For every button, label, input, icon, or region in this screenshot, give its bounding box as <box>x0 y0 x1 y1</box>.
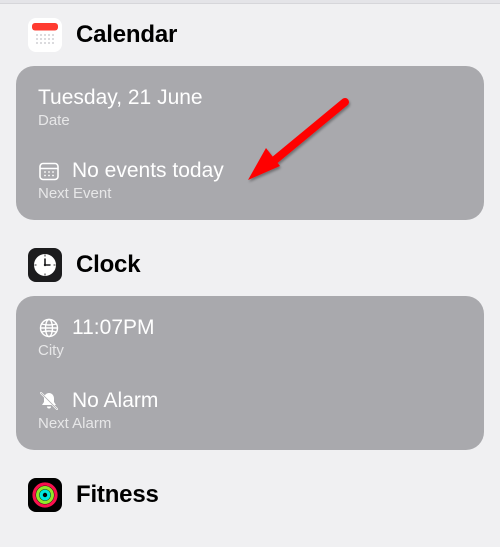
clock-alarm-label: Next Alarm <box>38 415 462 432</box>
clock-widget-card[interactable]: 11:07PM City No Alarm Next Alarm <box>16 296 484 450</box>
fitness-header: Fitness <box>0 464 500 518</box>
clock-title: Clock <box>76 251 140 279</box>
clock-alarm-text: No Alarm <box>72 389 158 413</box>
calendar-app-icon <box>28 18 62 52</box>
calendar-date-row: Tuesday, 21 June <box>38 86 462 110</box>
fitness-app-icon <box>28 478 62 512</box>
calendar-widget-card[interactable]: Tuesday, 21 June Date No events today Ne… <box>16 66 484 220</box>
calendar-title: Calendar <box>76 21 177 49</box>
clock-header: Clock <box>0 234 500 292</box>
clock-app-icon <box>28 248 62 282</box>
calendar-header: Calendar <box>0 4 500 62</box>
calendar-icon <box>38 160 60 182</box>
calendar-event-text: No events today <box>72 159 224 183</box>
bell-slash-icon <box>38 390 60 412</box>
calendar-date-label: Date <box>38 112 462 129</box>
clock-time-label: City <box>38 342 462 359</box>
clock-time-text: 11:07PM <box>72 316 155 340</box>
clock-alarm-row: No Alarm <box>38 389 462 413</box>
fitness-title: Fitness <box>76 481 159 509</box>
calendar-event-row: No events today <box>38 159 462 183</box>
clock-time-row: 11:07PM <box>38 316 462 340</box>
calendar-date-text: Tuesday, 21 June <box>38 86 203 110</box>
calendar-event-label: Next Event <box>38 185 462 202</box>
globe-icon <box>38 317 60 339</box>
